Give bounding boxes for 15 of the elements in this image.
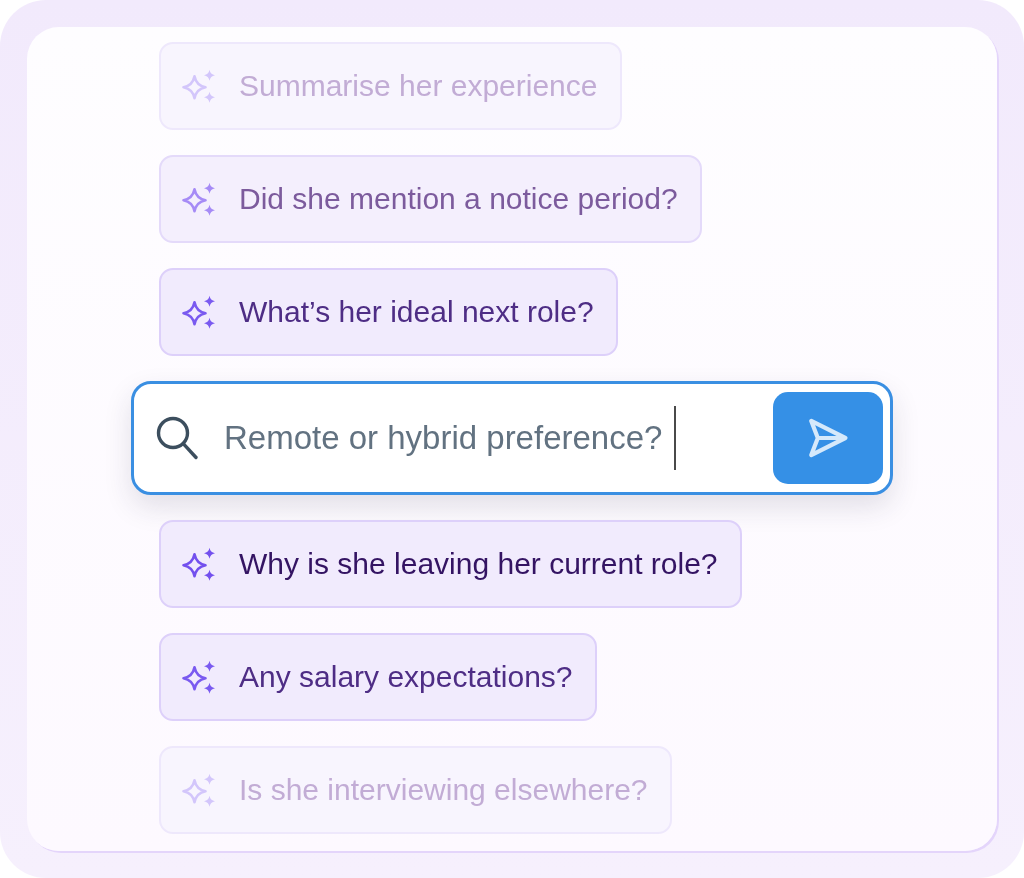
sparkle-icon [182,773,216,807]
suggestion-chip[interactable]: Why is she leaving her current role? [159,520,742,608]
sparkle-icon [182,660,216,694]
send-button[interactable] [773,392,883,484]
suggestion-chip[interactable]: Did she mention a notice period? [159,155,702,243]
search-input[interactable]: Remote or hybrid preference? [224,418,663,458]
text-cursor-icon [674,406,677,470]
send-icon [808,418,848,458]
sparkle-icon [182,69,216,103]
sparkle-icon [182,182,216,216]
sparkle-icon [182,547,216,581]
search-icon [155,415,199,461]
sparkle-icon [182,295,216,329]
suggestion-chip[interactable]: Any salary expectations? [159,633,597,721]
suggestion-chip[interactable]: What’s her ideal next role? [159,268,618,356]
